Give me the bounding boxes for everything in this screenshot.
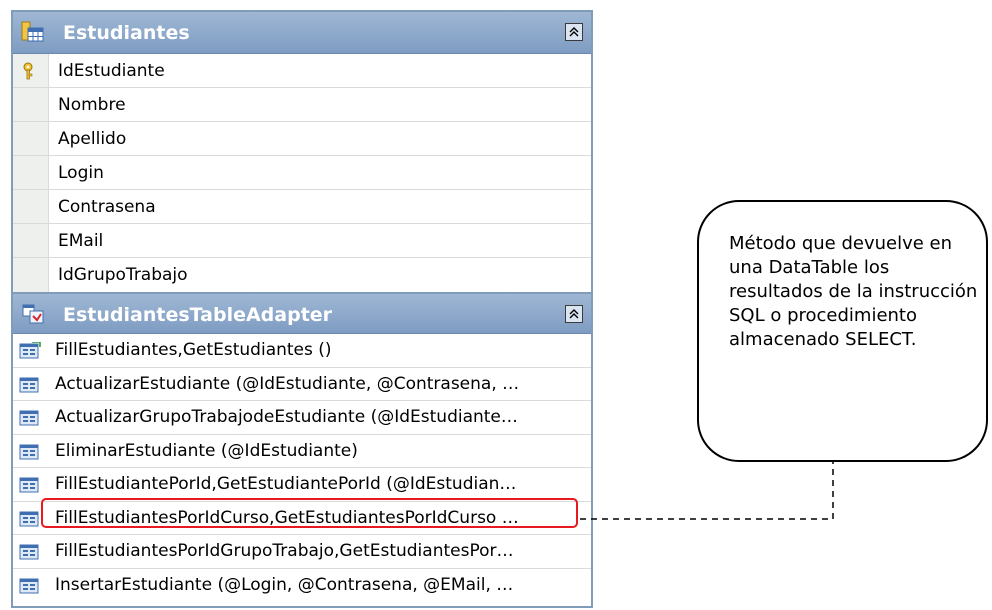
callout-bubble: Método que devuelve en una DataTable los… <box>697 200 988 462</box>
callout-text: Método que devuelve en una DataTable los… <box>729 233 978 350</box>
